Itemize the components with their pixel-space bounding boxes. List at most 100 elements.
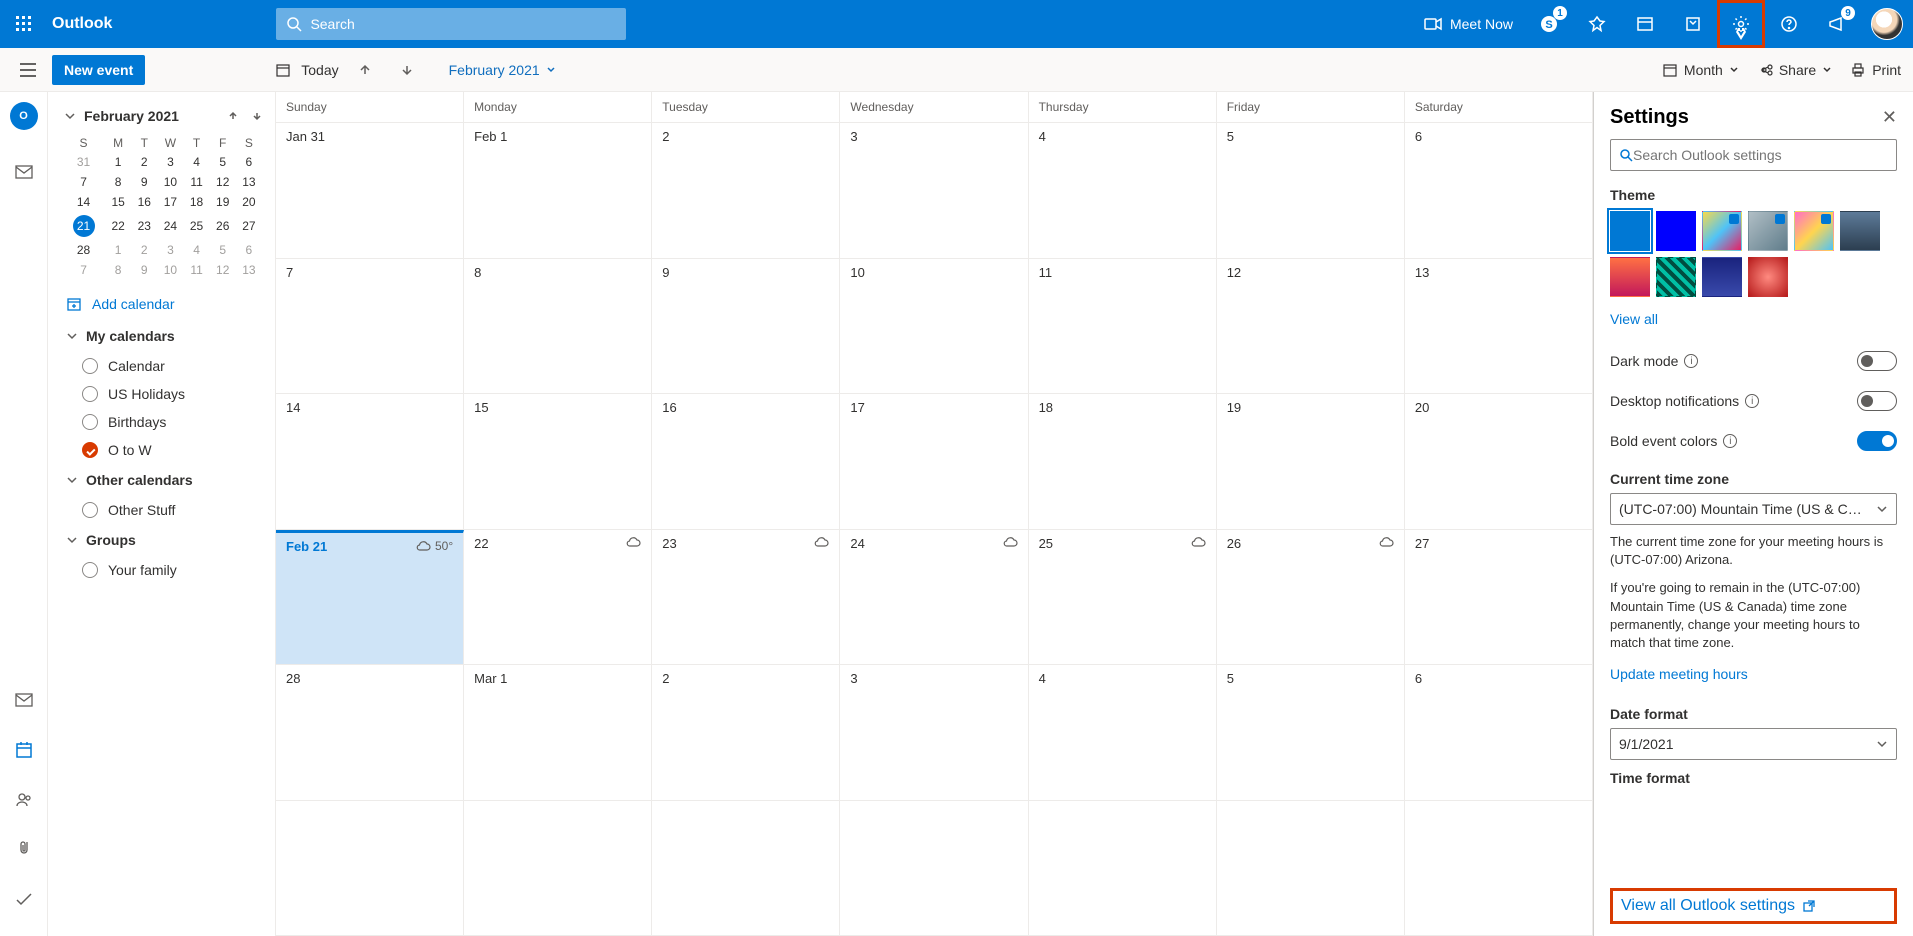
- mini-day[interactable]: 10: [157, 260, 183, 280]
- mini-day[interactable]: 8: [105, 260, 131, 280]
- todo-nav-icon[interactable]: [8, 884, 40, 916]
- mini-day[interactable]: 28: [62, 240, 105, 260]
- calendar-checkbox[interactable]: [82, 442, 98, 458]
- theme-swatch[interactable]: [1656, 211, 1696, 251]
- mini-day[interactable]: 13: [236, 172, 262, 192]
- mini-day[interactable]: 2: [131, 152, 157, 172]
- mini-day[interactable]: 4: [183, 152, 209, 172]
- view-all-settings-link[interactable]: View all Outlook settings: [1610, 888, 1897, 924]
- mini-day[interactable]: 31: [62, 152, 105, 172]
- mini-day[interactable]: 5: [210, 240, 236, 260]
- mini-day[interactable]: 8: [105, 172, 131, 192]
- calendar-cell[interactable]: 27: [1405, 530, 1593, 665]
- weather-indicator[interactable]: [813, 536, 829, 548]
- calendar-cell[interactable]: 12: [1217, 259, 1405, 394]
- settings-search-input[interactable]: [1610, 139, 1897, 171]
- mini-day[interactable]: 1: [105, 240, 131, 260]
- theme-swatch[interactable]: [1702, 211, 1742, 251]
- desktop-notif-toggle[interactable]: [1857, 391, 1897, 411]
- calendar-cell[interactable]: [464, 801, 652, 936]
- calendar-cell[interactable]: 2: [652, 665, 840, 800]
- search-input[interactable]: Search: [276, 8, 626, 40]
- calendar-cell[interactable]: 25: [1029, 530, 1217, 665]
- brand-label[interactable]: Outlook: [52, 15, 112, 33]
- calendar-cell[interactable]: 7: [276, 259, 464, 394]
- calendar-cell[interactable]: [1405, 801, 1593, 936]
- calendar-cell[interactable]: 28: [276, 665, 464, 800]
- weather-indicator[interactable]: 50°: [415, 539, 453, 553]
- mini-day[interactable]: 18: [183, 192, 209, 212]
- calendar-cell[interactable]: [1029, 801, 1217, 936]
- mini-day[interactable]: 9: [131, 172, 157, 192]
- calendar-cell[interactable]: [276, 801, 464, 936]
- calendar-cell[interactable]: 2: [652, 123, 840, 258]
- mini-day[interactable]: 24: [157, 212, 183, 240]
- chevron-down-icon[interactable]: [64, 110, 76, 122]
- calendar-checkbox[interactable]: [82, 358, 98, 374]
- megaphone-icon[interactable]: 9: [1813, 0, 1861, 48]
- view-all-themes-link[interactable]: View all: [1610, 311, 1658, 327]
- calendar-cell[interactable]: 14: [276, 394, 464, 529]
- mini-day[interactable]: 27: [236, 212, 262, 240]
- mini-day[interactable]: 23: [131, 212, 157, 240]
- calendar-cell[interactable]: Mar 1: [464, 665, 652, 800]
- calendar-cell[interactable]: 5: [1217, 123, 1405, 258]
- calendar-cell[interactable]: 3: [840, 123, 1028, 258]
- calendar-cell[interactable]: 22: [464, 530, 652, 665]
- calendar-cell[interactable]: 19: [1217, 394, 1405, 529]
- theme-swatch[interactable]: [1748, 211, 1788, 251]
- mini-day[interactable]: 15: [105, 192, 131, 212]
- mini-day[interactable]: 4: [183, 240, 209, 260]
- calendar-item[interactable]: Birthdays: [56, 408, 275, 436]
- mini-day[interactable]: 7: [62, 260, 105, 280]
- calendar-cell[interactable]: 16: [652, 394, 840, 529]
- theme-swatch[interactable]: [1748, 257, 1788, 297]
- people-nav-icon[interactable]: [8, 784, 40, 816]
- calendar-item[interactable]: Other Stuff: [56, 496, 275, 524]
- weather-indicator[interactable]: [1378, 536, 1394, 548]
- hamburger-icon[interactable]: [12, 63, 44, 77]
- share-button[interactable]: Share: [1757, 62, 1832, 78]
- dark-mode-toggle[interactable]: [1857, 351, 1897, 371]
- calendar-cell[interactable]: 3: [840, 665, 1028, 800]
- tips-icon[interactable]: [1669, 0, 1717, 48]
- calendar-cell[interactable]: 8: [464, 259, 652, 394]
- avatar[interactable]: [1871, 8, 1903, 40]
- meet-now-button[interactable]: Meet Now: [1412, 16, 1525, 32]
- mini-day[interactable]: 14: [62, 192, 105, 212]
- mini-day[interactable]: 13: [236, 260, 262, 280]
- settings-search-field[interactable]: [1633, 147, 1888, 163]
- calendar-cell[interactable]: 11: [1029, 259, 1217, 394]
- help-icon[interactable]: [1765, 0, 1813, 48]
- mini-day[interactable]: 3: [157, 240, 183, 260]
- weather-indicator[interactable]: [1002, 536, 1018, 548]
- calendar-cell[interactable]: 5: [1217, 665, 1405, 800]
- mini-day[interactable]: 20: [236, 192, 262, 212]
- mini-day[interactable]: 1: [105, 152, 131, 172]
- mini-day[interactable]: 22: [105, 212, 131, 240]
- mini-day[interactable]: 19: [210, 192, 236, 212]
- theme-swatch[interactable]: [1610, 257, 1650, 297]
- mail-icon[interactable]: [8, 156, 40, 188]
- calendar-cell[interactable]: Feb 2150°: [276, 530, 464, 665]
- month-picker[interactable]: February 2021: [449, 62, 556, 78]
- mini-day[interactable]: 6: [236, 240, 262, 260]
- mini-day[interactable]: 17: [157, 192, 183, 212]
- mini-day[interactable]: 16: [131, 192, 157, 212]
- calendar-cell[interactable]: [1217, 801, 1405, 936]
- app-launcher-icon[interactable]: [0, 0, 48, 48]
- calendar-item[interactable]: Calendar: [56, 352, 275, 380]
- date-format-select[interactable]: 9/1/2021: [1610, 728, 1897, 760]
- next-period-button[interactable]: [391, 54, 423, 86]
- prev-period-button[interactable]: [349, 54, 381, 86]
- mini-day[interactable]: 7: [62, 172, 105, 192]
- calendar-cell[interactable]: 26: [1217, 530, 1405, 665]
- files-nav-icon[interactable]: [8, 834, 40, 866]
- view-picker[interactable]: Month: [1662, 62, 1739, 78]
- bold-colors-toggle[interactable]: [1857, 431, 1897, 451]
- mini-day[interactable]: 3: [157, 152, 183, 172]
- calendar-checkbox[interactable]: [82, 414, 98, 430]
- my-day-icon[interactable]: [1621, 0, 1669, 48]
- calendar-item[interactable]: US Holidays: [56, 380, 275, 408]
- today-button[interactable]: Today: [301, 62, 338, 78]
